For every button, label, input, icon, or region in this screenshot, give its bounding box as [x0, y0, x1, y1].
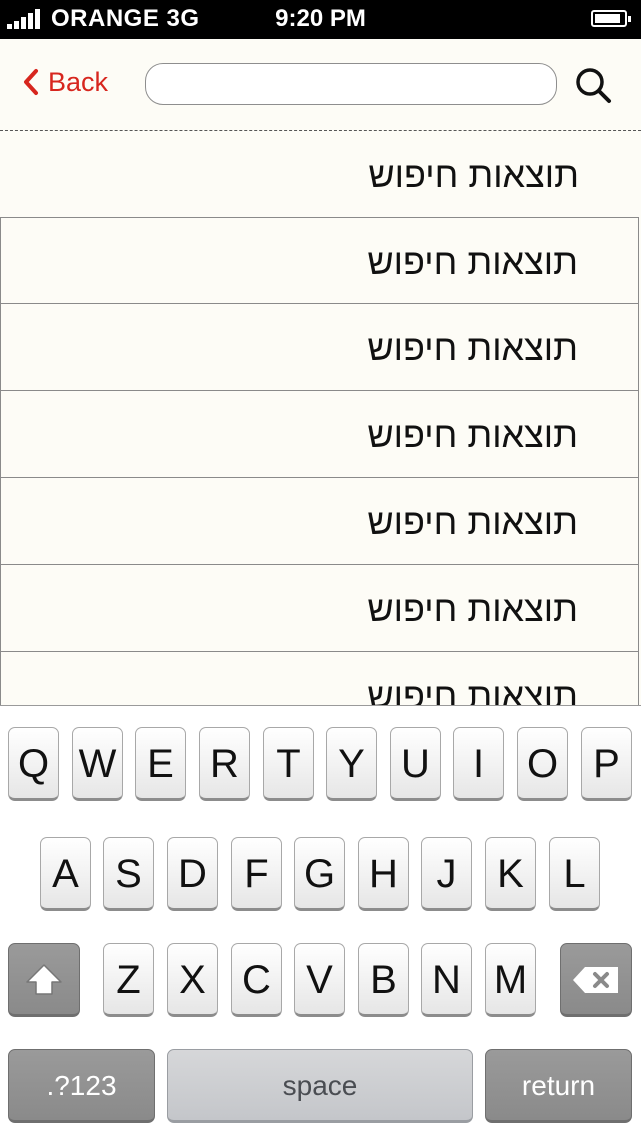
list-item[interactable]: תוצאות חיפוש [0, 131, 639, 218]
key-u[interactable]: U [390, 727, 441, 801]
key-w[interactable]: W [72, 727, 123, 801]
list-item[interactable]: תוצאות חיפוש [0, 304, 639, 391]
key-d[interactable]: D [167, 837, 218, 911]
delete-key[interactable] [560, 943, 632, 1017]
numbers-key[interactable]: .?123 [8, 1049, 155, 1123]
key-r[interactable]: R [199, 727, 250, 801]
back-button[interactable]: Back [22, 65, 108, 99]
key-x[interactable]: X [167, 943, 218, 1017]
list-item[interactable]: תוצאות חיפוש [0, 565, 639, 652]
key-v[interactable]: V [294, 943, 345, 1017]
list-item[interactable]: תוצאות חיפוש [0, 391, 639, 478]
key-f[interactable]: F [231, 837, 282, 911]
list-item[interactable]: תוצאות חיפוש [0, 478, 639, 565]
search-icon[interactable] [572, 64, 614, 106]
key-m[interactable]: M [485, 943, 536, 1017]
keyboard: Q W E R T Y U I O P A S D F G H J K L Z … [0, 705, 641, 1134]
key-t[interactable]: T [263, 727, 314, 801]
return-key[interactable]: return [485, 1049, 632, 1123]
list-item[interactable]: תוצאות חיפוש [0, 217, 639, 304]
back-label: Back [48, 66, 109, 97]
key-y[interactable]: Y [326, 727, 377, 801]
list-item[interactable]: תוצאות חיפוש [0, 652, 639, 705]
key-s[interactable]: S [103, 837, 154, 911]
key-n[interactable]: N [421, 943, 472, 1017]
key-o[interactable]: O [517, 727, 568, 801]
space-key[interactable]: space [167, 1049, 473, 1123]
key-e[interactable]: E [135, 727, 186, 801]
status-bar: ORANGE 3G 9:20 PM [0, 0, 641, 39]
shift-icon [26, 964, 62, 995]
key-h[interactable]: H [358, 837, 409, 911]
search-results-list: תוצאות חיפוש תוצאות חיפוש תוצאות חיפוש ת… [0, 131, 641, 705]
key-a[interactable]: A [40, 837, 91, 911]
key-b[interactable]: B [358, 943, 409, 1017]
key-q[interactable]: Q [8, 727, 59, 801]
key-c[interactable]: C [231, 943, 282, 1017]
search-input[interactable] [145, 63, 557, 105]
key-z[interactable]: Z [103, 943, 154, 1017]
shift-key[interactable] [8, 943, 80, 1017]
battery-icon [591, 10, 631, 27]
backspace-icon [573, 967, 618, 993]
chevron-left-icon [24, 69, 38, 95]
status-time: 9:20 PM [275, 5, 366, 32]
key-k[interactable]: K [485, 837, 536, 911]
key-j[interactable]: J [421, 837, 472, 911]
search-header: Back [0, 39, 641, 131]
key-g[interactable]: G [294, 837, 345, 911]
battery-level [595, 14, 620, 23]
key-l[interactable]: L [549, 837, 600, 911]
key-i[interactable]: I [453, 727, 504, 801]
key-p[interactable]: P [581, 727, 632, 801]
